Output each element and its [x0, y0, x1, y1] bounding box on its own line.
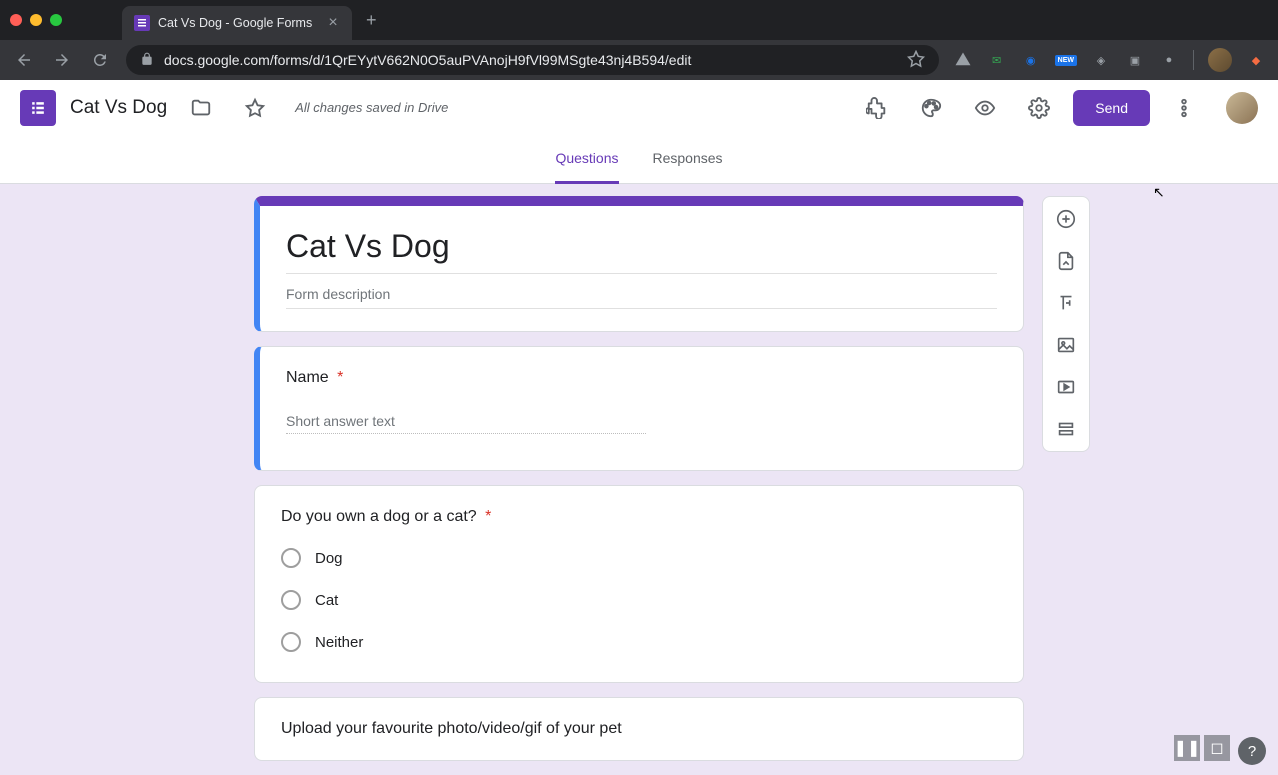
- add-image-icon[interactable]: [1054, 333, 1078, 357]
- option-label: Neither: [315, 634, 363, 651]
- question-label[interactable]: Do you own a dog or a cat?: [281, 508, 477, 525]
- browser-toolbar: docs.google.com/forms/d/1QrEYytV662N0O5a…: [0, 40, 1278, 80]
- lock-icon: [140, 52, 154, 69]
- maximize-window-button[interactable]: [50, 14, 62, 26]
- question-card-own-pet[interactable]: Do you own a dog or a cat? * Dog Cat Nei…: [254, 485, 1024, 683]
- form-canvas: Cat Vs Dog Form description Name * Short…: [0, 184, 1278, 775]
- star-icon[interactable]: [235, 88, 275, 128]
- forms-logo-icon[interactable]: [20, 90, 56, 126]
- question-label[interactable]: Name: [286, 369, 329, 386]
- new-tab-button[interactable]: +: [366, 10, 377, 31]
- browser-tab[interactable]: Cat Vs Dog - Google Forms ×: [122, 6, 352, 40]
- back-button[interactable]: [12, 48, 36, 72]
- window-controls: [10, 14, 62, 26]
- question-card-upload[interactable]: Upload your favourite photo/video/gif of…: [254, 697, 1024, 761]
- ext-mail-icon[interactable]: ✉: [987, 50, 1007, 70]
- short-answer-placeholder: Short answer text: [286, 413, 646, 434]
- required-star: *: [485, 508, 491, 525]
- tab-questions[interactable]: Questions: [555, 136, 618, 184]
- recorder-controls: ❚❚ ◻: [1174, 735, 1230, 761]
- ext-new-badge[interactable]: NEW: [1055, 55, 1077, 66]
- floating-toolbar: [1042, 196, 1090, 452]
- radio-icon: [281, 548, 301, 568]
- option-row-dog[interactable]: Dog: [281, 548, 997, 568]
- extension-icons: ✉ ◉ NEW ◈ ▣ ● ◆: [953, 48, 1266, 72]
- forms-header: Cat Vs Dog All changes saved in Drive Se…: [0, 80, 1278, 136]
- ext-circle-icon[interactable]: ◉: [1021, 50, 1041, 70]
- addons-icon[interactable]: [857, 88, 897, 128]
- forms-favicon: [134, 15, 150, 31]
- settings-gear-icon[interactable]: [1019, 88, 1059, 128]
- pause-icon[interactable]: ❚❚: [1174, 735, 1200, 761]
- account-avatar[interactable]: [1226, 92, 1258, 124]
- import-questions-icon[interactable]: [1054, 249, 1078, 273]
- address-bar[interactable]: docs.google.com/forms/d/1QrEYytV662N0O5a…: [126, 45, 939, 75]
- required-star: *: [337, 369, 343, 386]
- form-title[interactable]: Cat Vs Dog: [70, 97, 167, 119]
- question-card-name[interactable]: Name * Short answer text: [254, 346, 1024, 471]
- ext-dot-icon[interactable]: ●: [1159, 50, 1179, 70]
- option-label: Dog: [315, 550, 343, 567]
- form-tabs: Questions Responses: [0, 136, 1278, 184]
- close-tab-icon[interactable]: ×: [326, 16, 340, 30]
- bookmark-star-icon[interactable]: [907, 50, 925, 71]
- minimize-window-button[interactable]: [30, 14, 42, 26]
- question-label[interactable]: Upload your favourite photo/video/gif of…: [281, 720, 622, 737]
- option-row-neither[interactable]: Neither: [281, 632, 997, 652]
- add-section-icon[interactable]: [1054, 417, 1078, 441]
- ext-chat-icon[interactable]: ▣: [1125, 50, 1145, 70]
- radio-icon: [281, 632, 301, 652]
- form-title-input[interactable]: Cat Vs Dog: [286, 228, 997, 274]
- profile-avatar-small[interactable]: [1208, 48, 1232, 72]
- customize-theme-icon[interactable]: [911, 88, 951, 128]
- option-row-cat[interactable]: Cat: [281, 590, 997, 610]
- url-text: docs.google.com/forms/d/1QrEYytV662N0O5a…: [164, 52, 897, 68]
- add-title-icon[interactable]: [1054, 291, 1078, 315]
- send-button[interactable]: Send: [1073, 90, 1150, 126]
- radio-icon: [281, 590, 301, 610]
- ext-pin-icon[interactable]: ◆: [1246, 50, 1266, 70]
- option-label: Cat: [315, 592, 338, 609]
- tab-title: Cat Vs Dog - Google Forms: [158, 16, 318, 30]
- separator: [1193, 50, 1194, 70]
- stop-icon[interactable]: ◻: [1204, 735, 1230, 761]
- tab-responses[interactable]: Responses: [653, 136, 723, 184]
- forward-button[interactable]: [50, 48, 74, 72]
- ext-drive-icon[interactable]: [953, 50, 973, 70]
- form-description-input[interactable]: Form description: [286, 286, 997, 309]
- move-to-folder-icon[interactable]: [181, 88, 221, 128]
- preview-icon[interactable]: [965, 88, 1005, 128]
- browser-tab-strip: Cat Vs Dog - Google Forms × +: [0, 0, 1278, 40]
- reload-button[interactable]: [88, 48, 112, 72]
- save-status: All changes saved in Drive: [295, 100, 448, 115]
- close-window-button[interactable]: [10, 14, 22, 26]
- add-question-icon[interactable]: [1054, 207, 1078, 231]
- help-button[interactable]: ?: [1238, 737, 1266, 765]
- add-video-icon[interactable]: [1054, 375, 1078, 399]
- form-title-card[interactable]: Cat Vs Dog Form description: [254, 196, 1024, 332]
- more-menu-icon[interactable]: [1164, 88, 1204, 128]
- ext-shield-icon[interactable]: ◈: [1091, 50, 1111, 70]
